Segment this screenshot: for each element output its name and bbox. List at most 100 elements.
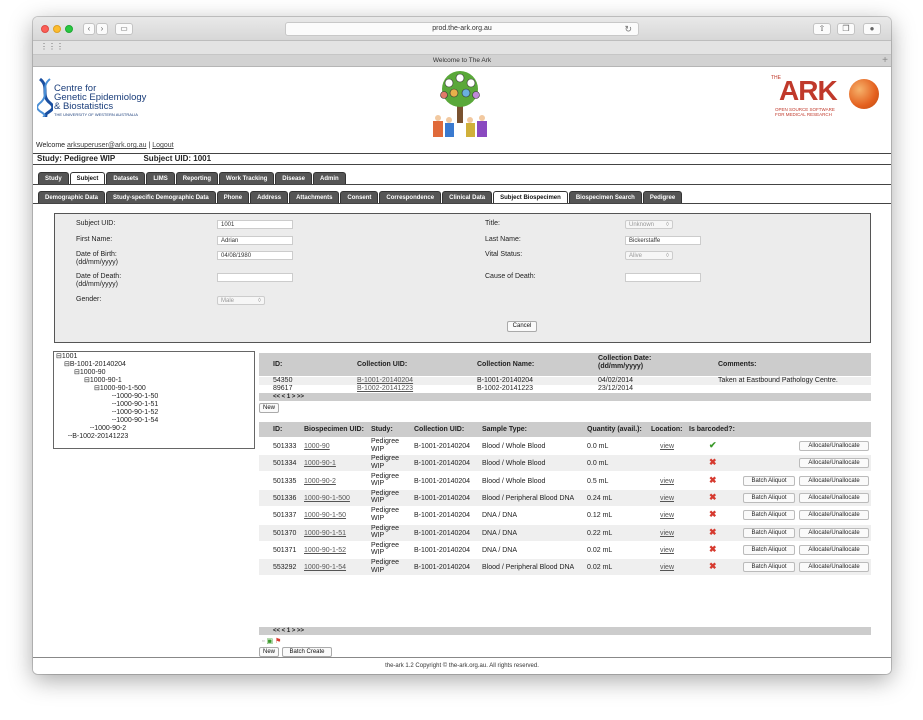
logout-link[interactable]: Logout [152,142,173,149]
close-window-button[interactable] [41,25,49,33]
tree-node[interactable]: ┄B-1002-20141223 [68,433,128,441]
table-row[interactable]: 501371 1000-90-1-52 Pedigree WIP B-1001-2014… [259,542,871,559]
new-collection-button[interactable]: New [259,403,279,413]
allocate-unallocate-button[interactable]: Allocate/Unallocate [799,544,869,555]
address-bar[interactable]: prod.the-ark.org.au ↻ [285,22,639,36]
allocate-unallocate-button[interactable]: Allocate/Unallocate [799,441,869,451]
tree-node[interactable]: ⊟1000-90 [74,369,106,377]
tree-node[interactable]: ┄1000-90-1-52 [112,409,158,417]
allocate-unallocate-button[interactable]: Allocate/Unallocate [799,475,869,486]
tab-correspondence[interactable]: Correspondence [379,191,442,203]
table-row[interactable]: 501370 1000-90-1-51 Pedigree WIP B-1001-2014… [259,524,871,542]
date-of-birth-field[interactable]: 04/08/1980 [217,251,293,260]
table-row[interactable]: 501333 1000-90 Pedigree WIP B-1001-20140204 B… [259,438,871,455]
tree-node[interactable]: ┄1000-90-1-54 [112,417,158,425]
title-select[interactable]: Unknown ◊ [625,220,673,229]
tree-node[interactable]: ⊟1001 [56,353,77,361]
batch-aliquot-button[interactable]: Batch Aliquot [743,475,795,486]
tab-study-specific-demographic-data[interactable]: Study-specific Demographic Data [106,191,216,203]
biospecimen-uid-link[interactable]: 1000-90 [304,443,330,450]
tab-admin[interactable]: Admin [312,172,346,184]
reload-icon[interactable]: ↻ [624,23,632,35]
first-name-field[interactable]: Adrian [217,236,293,245]
tab-address[interactable]: Address [250,191,289,203]
table-row[interactable]: 501337 1000-90-1-50 Pedigree WIP B-1001-2014… [259,507,871,525]
batch-aliquot-button[interactable]: Batch Aliquot [743,492,795,503]
tree-node[interactable]: ⊟1000-90-1 [84,377,122,385]
tab-attachments[interactable]: Attachments [289,191,340,203]
zoom-window-button[interactable] [65,25,73,33]
biospecimen-uid-link[interactable]: 1000-90-1-52 [304,547,346,554]
date-of-death-field[interactable] [217,273,293,282]
minimize-window-button[interactable] [53,25,61,33]
last-name-field[interactable]: Bickerstaffe [625,236,701,245]
tab-clinical-data[interactable]: Clinical Data [442,191,493,203]
tab-biospecimen-search[interactable]: Biospecimen Search [568,191,642,203]
tab-disease[interactable]: Disease [275,172,312,184]
export-csv-icon[interactable]: ▫ [262,638,264,645]
biospecimen-uid-link[interactable]: 1000-90-1-51 [304,530,346,537]
tab-datasets[interactable]: Datasets [106,172,146,184]
tab-subject[interactable]: Subject [69,172,106,184]
location-view-link[interactable]: view [660,564,674,571]
table-row[interactable]: 501336 1000-90-1-500 Pedigree WIP B-1001-201… [259,489,871,507]
new-biospecimen-button[interactable]: New [259,647,279,657]
location-view-link[interactable]: view [660,495,674,502]
allocate-unallocate-button[interactable]: Allocate/Unallocate [799,510,869,521]
allocate-unallocate-button[interactable]: Allocate/Unallocate [799,562,869,573]
download-icon[interactable]: ● [863,23,881,35]
tab-reporting[interactable]: Reporting [175,172,219,184]
tab-consent[interactable]: Consent [340,191,379,203]
apps-grid-icon[interactable]: ⋮⋮⋮ [40,42,64,51]
table-row[interactable]: 501335 1000-90-2 Pedigree WIP B-1001-2014020… [259,473,871,490]
collection-uid-link[interactable]: B-1002-20141223 [357,385,413,392]
tabs-overview-icon[interactable]: ❐ [837,23,855,35]
tab-pedigree[interactable]: Pedigree [642,191,683,203]
location-view-link[interactable]: view [660,530,674,537]
tree-node[interactable]: ┄1000-90-1-51 [112,401,158,409]
biospecimen-uid-link[interactable]: 1000-90-2 [304,478,336,485]
batch-aliquot-button[interactable]: Batch Aliquot [743,527,795,538]
tree-node[interactable]: ⊟1000-90-1-500 [94,385,146,393]
export-pdf-icon[interactable]: ⚑ [275,638,281,645]
tab-phone[interactable]: Phone [216,191,250,203]
location-view-link[interactable]: view [660,443,674,450]
sidebar-icon[interactable]: ▭ [115,23,133,35]
vital-status-select[interactable]: Alive ◊ [625,251,673,260]
export-excel-icon[interactable]: ▣ [266,638,273,645]
tab-study[interactable]: Study [38,172,69,184]
back-icon[interactable]: ‹ [83,23,95,35]
tree-node[interactable]: ┄1000-90-2 [90,425,126,433]
batch-create-button[interactable]: Batch Create [282,647,332,657]
tab-subject-biospecimen[interactable]: Subject Biospecimen [493,191,568,203]
tree-node[interactable]: ┄1000-90-1-50 [112,393,158,401]
cause-of-death-field[interactable] [625,273,701,282]
biospecimen-uid-link[interactable]: 1000-90-1 [304,460,336,467]
table-row[interactable]: 553292 1000-90-1-54 Pedigree WIP B-1001-2014… [259,559,871,577]
subject-uid-field[interactable]: 1001 [217,220,293,229]
location-view-link[interactable]: view [660,512,674,519]
tab-demographic-data[interactable]: Demographic Data [38,191,106,203]
browser-tab[interactable]: Welcome to The Ark + [33,55,891,67]
table-row[interactable]: 501334 1000-90-1 Pedigree WIP B-1001-2014020… [259,455,871,473]
batch-aliquot-button[interactable]: Batch Aliquot [743,562,795,573]
share-icon[interactable]: ⇧ [813,23,831,35]
collections-pager[interactable]: << < 1 > >> [259,393,871,401]
biospecimen-uid-link[interactable]: 1000-90-1-54 [304,564,346,571]
biospecimen-uid-link[interactable]: 1000-90-1-500 [304,495,350,502]
table-row[interactable]: 54350 B-1001-20140204 B-1001-20140204 04… [259,377,871,385]
biospecimen-uid-link[interactable]: 1000-90-1-50 [304,512,346,519]
allocate-unallocate-button[interactable]: Allocate/Unallocate [799,458,869,469]
allocate-unallocate-button[interactable]: Allocate/Unallocate [799,492,869,503]
cancel-button[interactable]: Cancel [507,321,537,332]
location-view-link[interactable]: view [660,478,674,485]
batch-aliquot-button[interactable]: Batch Aliquot [743,510,795,521]
biospecimens-pager[interactable]: << < 1 > >> [259,627,871,635]
tab-lims[interactable]: LIMS [146,172,175,184]
tab-work-tracking[interactable]: Work Tracking [219,172,275,184]
location-view-link[interactable]: view [660,547,674,554]
allocate-unallocate-button[interactable]: Allocate/Unallocate [799,527,869,538]
tree-node[interactable]: ⊟B-1001-20140204 [64,361,126,369]
new-tab-icon[interactable]: + [882,55,888,67]
forward-icon[interactable]: › [96,23,108,35]
